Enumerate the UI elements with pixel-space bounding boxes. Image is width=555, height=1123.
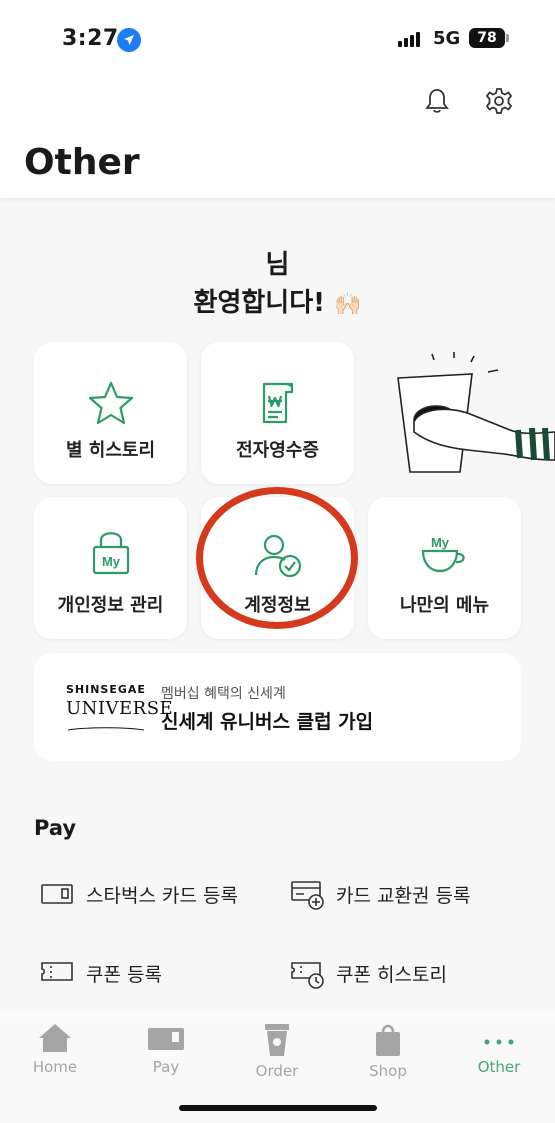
universe-club-banner[interactable]: SHINSEGAE UNIVERSE 멤버십 혜택의 신세계 신세계 유니버스 … <box>34 653 521 761</box>
home-indicator <box>179 1105 377 1111</box>
lock-badge-text: My <box>101 554 120 569</box>
more-dots-icon <box>484 1039 514 1045</box>
e-receipt-label: 전자영수증 <box>236 440 319 461</box>
welcome-name-line: 님 <box>265 250 290 280</box>
logo-main-text: UNIVERSE <box>66 698 174 719</box>
coupon-history-label: 쿠폰 히스토리 <box>336 964 447 986</box>
privacy-management-tile[interactable]: My 개인정보 관리 <box>34 497 187 639</box>
home-icon <box>39 1024 71 1052</box>
star-history-tile[interactable]: 별 히스토리 <box>34 342 187 484</box>
tab-pay[interactable]: Pay <box>126 1022 206 1076</box>
register-starbucks-card-label: 스타벅스 카드 등록 <box>86 885 238 907</box>
tab-pay-label: Pay <box>152 1058 180 1076</box>
tab-other[interactable]: Other <box>459 1022 539 1076</box>
gear-icon[interactable] <box>484 86 514 116</box>
universe-title: 신세계 유니버스 클럽 가입 <box>161 711 374 733</box>
logo-top-text: SHINSEGAE <box>66 683 146 696</box>
card-icon <box>41 884 73 904</box>
star-icon <box>88 381 133 425</box>
register-card-voucher-label: 카드 교환권 등록 <box>336 885 471 907</box>
e-receipt-tile[interactable]: 전자영수증 <box>201 342 354 484</box>
page-header: Other <box>0 80 555 198</box>
star-history-label: 별 히스토리 <box>65 440 156 461</box>
coupon-history-icon <box>291 962 324 989</box>
location-arrow-icon <box>117 28 141 52</box>
tab-order[interactable]: Order <box>237 1022 317 1080</box>
tab-home-label: Home <box>32 1058 78 1076</box>
shopping-bag-icon <box>376 1024 400 1056</box>
bell-icon[interactable] <box>422 86 452 116</box>
tab-shop-label: Shop <box>369 1062 407 1080</box>
register-coupon-label: 쿠폰 등록 <box>86 964 162 986</box>
status-time: 3:27 <box>62 26 119 51</box>
tab-other-label: Other <box>477 1058 521 1076</box>
coupon-icon <box>41 962 73 981</box>
card-plus-icon <box>291 881 324 910</box>
privacy-management-label: 개인정보 관리 <box>57 595 164 616</box>
highlight-circle <box>196 487 358 629</box>
tab-home[interactable]: Home <box>15 1022 95 1076</box>
page-title: Other <box>24 142 140 183</box>
status-bar: 3:27 5G 78 <box>0 0 555 80</box>
pay-section-title: Pay <box>34 816 77 840</box>
shinsegae-universe-logo: SHINSEGAE UNIVERSE <box>66 683 174 738</box>
cup-icon <box>265 1024 289 1056</box>
network-type: 5G <box>433 28 461 49</box>
tab-shop[interactable]: Shop <box>348 1022 428 1080</box>
my-menu-tile[interactable]: My 나만의 메뉴 <box>368 497 521 639</box>
receipt-icon <box>262 382 293 424</box>
my-menu-label: 나만의 메뉴 <box>399 595 490 616</box>
welcome-greeting: 환영합니다! <box>193 288 325 318</box>
cup-badge-text: My <box>430 535 449 550</box>
lock-my-icon: My <box>92 532 129 575</box>
pay-card-icon <box>148 1028 184 1050</box>
battery-icon: 78 <box>469 28 505 48</box>
cup-my-icon: My <box>421 535 465 573</box>
welcome-greeting-line: 환영합니다! 🙌🏻 <box>0 284 555 324</box>
universe-subtitle: 멤버십 혜택의 신세계 <box>161 686 286 702</box>
tab-order-label: Order <box>255 1062 299 1080</box>
raised-hands-emoji: 🙌🏻 <box>334 292 362 317</box>
welcome-message: 님 환영합니다! 🙌🏻 <box>0 246 555 324</box>
battery-tip <box>506 34 509 42</box>
hand-holding-cup-illustration <box>397 352 555 473</box>
